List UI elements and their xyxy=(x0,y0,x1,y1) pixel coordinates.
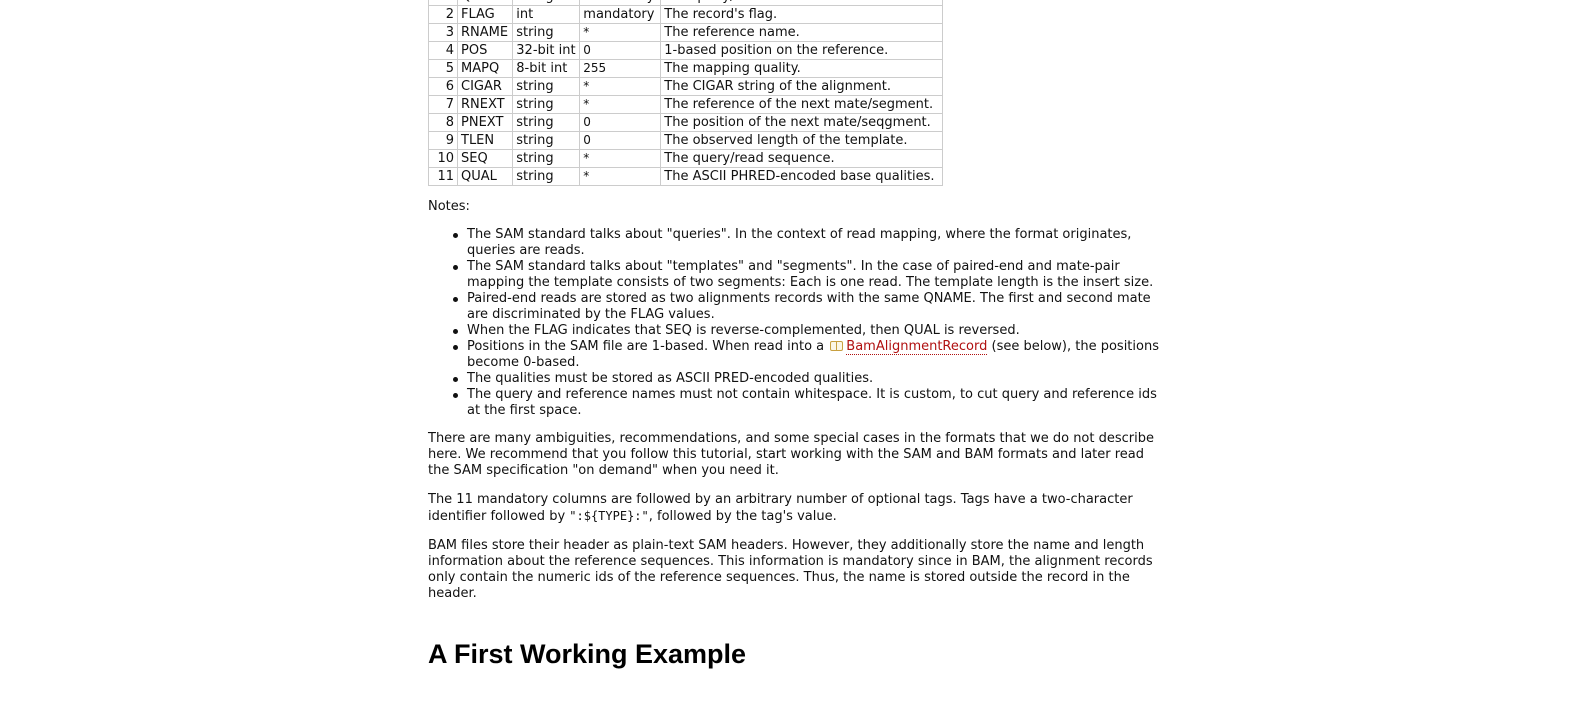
field-default-cell: * xyxy=(579,149,662,168)
field-name-cell: PNEXT xyxy=(456,113,514,132)
section-heading: A First Working Example xyxy=(428,639,747,669)
note-text: Paired-end reads are stored as two align… xyxy=(467,291,1151,322)
field-default-cell: 0 xyxy=(579,113,662,132)
field-type-cell: string xyxy=(512,23,581,42)
field-default-cell: mandatory xyxy=(579,0,662,6)
row-number-cell: 10 xyxy=(428,149,458,168)
sam-fields-table: 1QNAMEstringmandatoryThe query/read name… xyxy=(428,0,944,186)
book-icon xyxy=(830,341,844,351)
row-number-cell: 3 xyxy=(428,23,458,42)
row-number-cell: 7 xyxy=(428,95,458,114)
table-row: 4 POS 32-bit int 0 1-based position on the r… xyxy=(428,41,944,60)
note-item: The SAM standard talks about "queries". … xyxy=(453,227,1168,259)
document-content: 1QNAMEstringmandatoryThe query/read name… xyxy=(428,0,1168,670)
field-description-cell: 1-based position on the reference. xyxy=(660,41,944,60)
field-description-cell: The query/read sequence. xyxy=(660,149,944,168)
note-text: When the FLAG indicates that SEQ is reve… xyxy=(467,323,1020,338)
field-default-cell: * xyxy=(579,95,662,114)
paragraph-optional-tags: The 11 mandatory columns are followed by… xyxy=(428,492,1168,525)
note-text: The qualities must be stored as ASCII PR… xyxy=(467,371,874,386)
field-name-cell: SEQ xyxy=(456,149,514,168)
field-description-cell: The reference of the next mate/segment. xyxy=(660,95,944,114)
note-text: The SAM standard talks about "queries". … xyxy=(467,227,1132,258)
note-text: The SAM standard talks about "templates"… xyxy=(467,259,1154,290)
field-name-cell: POS xyxy=(456,41,514,60)
field-default-cell: mandatory xyxy=(579,5,662,24)
table-row: 7 RNEXT string * The reference of the next m… xyxy=(428,95,944,114)
table-row: 2 FLAG int mandatory The record's flag. xyxy=(428,5,944,24)
field-type-cell: 8-bit int xyxy=(512,59,581,78)
row-number-cell: 6 xyxy=(428,77,458,96)
field-description-cell: The reference name. xyxy=(660,23,944,42)
table-row: 5 MAPQ 8-bit int 255 The mapping quality. xyxy=(428,59,944,78)
note-item: The query and reference names must not c… xyxy=(453,387,1168,419)
field-name-cell: QUAL xyxy=(456,167,514,186)
field-type-cell: int xyxy=(512,5,581,24)
field-default-cell: 255 xyxy=(579,59,662,78)
paragraph-text: , followed by the tag's value. xyxy=(648,509,837,524)
field-name-cell: RNEXT xyxy=(456,95,514,114)
sam-fields-table-body: 1QNAMEstringmandatoryThe query/read name… xyxy=(428,0,944,186)
row-number-cell: 4 xyxy=(428,41,458,60)
field-name-cell: TLEN xyxy=(456,131,514,150)
table-row: 8 PNEXT string 0 The position of the next ma… xyxy=(428,113,944,132)
table-row: 9 TLEN string 0 The observed length of the t… xyxy=(428,131,944,150)
field-description-cell: The position of the next mate/seqgment. xyxy=(660,113,944,132)
table-row: 10 SEQ string * The query/read sequence. xyxy=(428,149,944,168)
row-number-cell: 2 xyxy=(428,5,458,24)
field-default-cell: * xyxy=(579,23,662,42)
field-default-cell: * xyxy=(579,167,662,186)
field-type-cell: string xyxy=(512,167,581,186)
bam-alignment-record-link[interactable]: BamAlignmentRecord xyxy=(846,339,988,355)
paragraph-ambiguities: There are many ambiguities, recommendati… xyxy=(428,431,1154,478)
field-name-cell: QNAME xyxy=(456,0,514,6)
field-description-cell: The mapping quality. xyxy=(660,59,944,78)
field-default-cell: 0 xyxy=(579,131,662,150)
table-row: 11 QUAL string * The ASCII PHRED-encoded bas… xyxy=(428,167,944,186)
note-item: The qualities must be stored as ASCII PR… xyxy=(453,371,1168,387)
field-name-cell: MAPQ xyxy=(456,59,514,78)
field-default-cell: * xyxy=(579,77,662,96)
note-text: The query and reference names must not c… xyxy=(467,387,1157,418)
field-type-cell: string xyxy=(512,77,581,96)
row-number-cell: 9 xyxy=(428,131,458,150)
field-description-cell: The record's flag. xyxy=(660,5,944,24)
field-name-cell: RNAME xyxy=(456,23,514,42)
tag-format-code: ":${TYPE}:" xyxy=(569,509,649,523)
note-item: When the FLAG indicates that SEQ is reve… xyxy=(453,323,1168,339)
field-type-cell: 32-bit int xyxy=(512,41,581,60)
field-description-cell: The ASCII PHRED-encoded base qualities. xyxy=(660,167,944,186)
note-item: Paired-end reads are stored as two align… xyxy=(453,291,1168,323)
notes-label: Notes: xyxy=(428,199,470,214)
field-type-cell: string xyxy=(512,149,581,168)
field-type-cell: string xyxy=(512,113,581,132)
field-name-cell: CIGAR xyxy=(456,77,514,96)
field-name-cell: FLAG xyxy=(456,5,514,24)
field-description-cell: The observed length of the template. xyxy=(660,131,944,150)
row-number-cell: 5 xyxy=(428,59,458,78)
field-description-cell: The CIGAR string of the alignment. xyxy=(660,77,944,96)
row-number-cell: 8 xyxy=(428,113,458,132)
field-default-cell: 0 xyxy=(579,41,662,60)
notes-list: The SAM standard talks about "queries". … xyxy=(428,227,1168,419)
field-type-cell: string xyxy=(512,95,581,114)
note-item: Positions in the SAM file are 1-based. W… xyxy=(453,339,1168,371)
table-row: 3 RNAME string * The reference name. xyxy=(428,23,944,42)
field-type-cell: string xyxy=(512,131,581,150)
note-item: The SAM standard talks about "templates"… xyxy=(453,259,1168,291)
note-text-before: Positions in the SAM file are 1-based. W… xyxy=(467,339,825,354)
row-number-cell: 11 xyxy=(428,167,458,186)
table-row: 6 CIGAR string * The CIGAR string of the ali… xyxy=(428,77,944,96)
paragraph-bam-headers: BAM files store their header as plain-te… xyxy=(428,538,1153,601)
